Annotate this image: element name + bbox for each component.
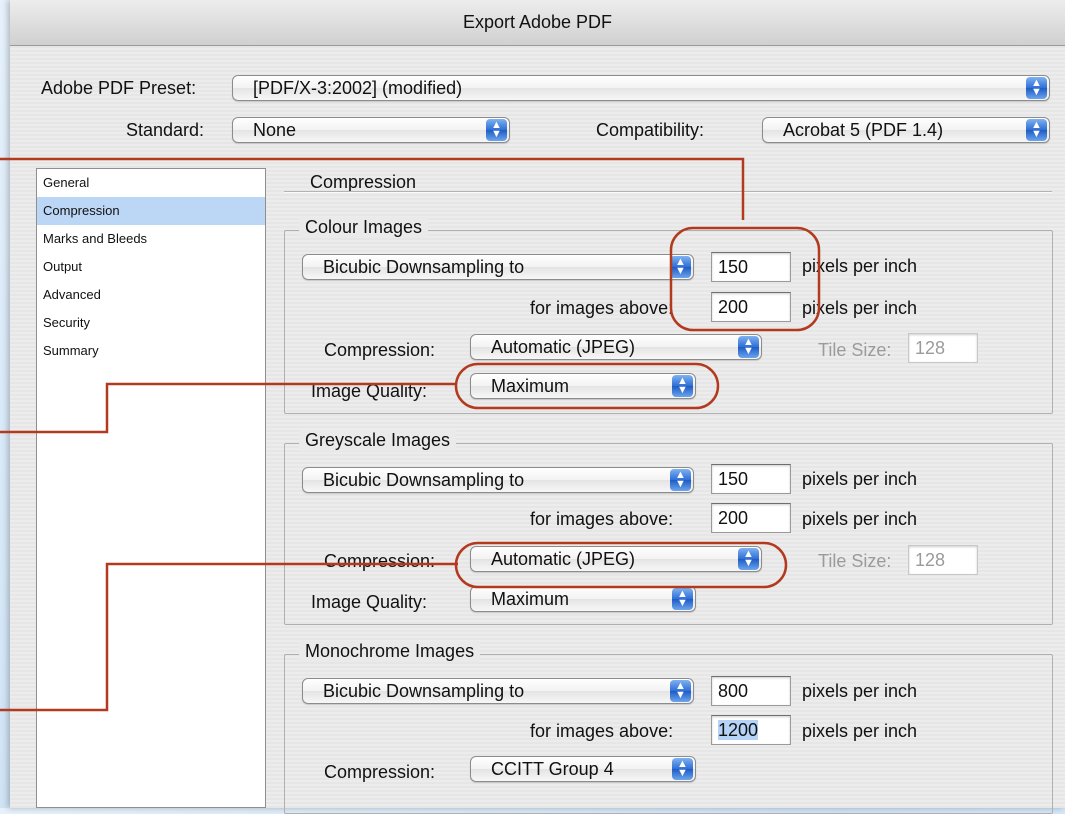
monochrome-images-title: Monochrome Images	[299, 641, 481, 662]
mono-downsample-popup[interactable]: Bicubic Downsampling to ▲ ▼	[302, 678, 694, 704]
colour-quality-popup[interactable]: Maximum ▲ ▼	[470, 373, 696, 399]
colour-above-field[interactable]: 200	[711, 292, 791, 322]
grey-quality-label: Image Quality:	[311, 592, 428, 612]
export-pdf-dialog: Export Adobe PDF Adobe PDF Preset: [PDF/…	[10, 0, 1065, 814]
colour-tile-field[interactable]: 128	[908, 333, 978, 363]
grey-ppi-unit: pixels per inch	[802, 469, 918, 489]
up-down-arrows-icon: ▲ ▼	[738, 336, 759, 358]
up-down-arrows-icon: ▲ ▼	[670, 256, 691, 278]
colour-compression-label: Compression:	[324, 340, 436, 360]
colour-ppi-unit: pixels per inch	[802, 256, 918, 276]
grey-tile-field[interactable]: 128	[908, 545, 978, 575]
grey-above-field[interactable]: 200	[711, 503, 791, 533]
up-down-arrows-icon: ▲ ▼	[738, 548, 759, 570]
grey-compression-value: Automatic (JPEG)	[491, 549, 636, 569]
window-title: Export Adobe PDF	[10, 0, 1065, 46]
preset-value: [PDF/X-3:2002] (modified)	[253, 78, 463, 98]
colour-quality-label: Image Quality:	[311, 381, 428, 401]
up-down-arrows-icon: ▲ ▼	[1026, 77, 1047, 99]
sidebar-item-advanced[interactable]: Advanced	[37, 281, 265, 309]
colour-above-label: for images above:	[530, 298, 674, 318]
standard-value: None	[253, 120, 297, 140]
up-down-arrows-icon: ▲ ▼	[670, 469, 691, 491]
greyscale-images-title: Greyscale Images	[299, 430, 457, 451]
sidebar-item-summary[interactable]: Summary	[37, 337, 265, 365]
compatibility-label: Compatibility:	[596, 120, 705, 140]
grey-quality-value: Maximum	[491, 589, 570, 609]
mono-ppi-unit: pixels per inch	[802, 681, 918, 701]
mono-ppi-field[interactable]: 800	[711, 676, 791, 706]
colour-tile-label: Tile Size:	[818, 340, 892, 360]
panel-title: Compression	[310, 172, 417, 192]
colour-quality-value: Maximum	[491, 376, 570, 396]
sidebar-item-general[interactable]: General	[37, 169, 265, 197]
grey-downsample-value: Bicubic Downsampling to	[323, 470, 525, 490]
up-down-arrows-icon: ▲ ▼	[672, 375, 693, 397]
compatibility-popup[interactable]: Acrobat 5 (PDF 1.4) ▲ ▼	[762, 117, 1050, 143]
sidebar-item-compression[interactable]: Compression	[37, 197, 265, 225]
up-down-arrows-icon: ▲ ▼	[1026, 119, 1047, 141]
grey-compression-popup[interactable]: Automatic (JPEG) ▲ ▼	[470, 546, 762, 572]
preset-popup[interactable]: [PDF/X-3:2002] (modified) ▲ ▼	[232, 75, 1050, 101]
grey-above-unit: pixels per inch	[802, 509, 918, 529]
up-down-arrows-icon: ▲ ▼	[670, 680, 691, 702]
grey-above-label: for images above:	[530, 509, 674, 529]
mono-compression-value: CCITT Group 4	[491, 759, 614, 779]
mono-compression-label: Compression:	[324, 762, 436, 782]
standard-label: Standard:	[126, 120, 205, 140]
mono-above-value: 1200	[718, 720, 759, 740]
sidebar-item-output[interactable]: Output	[37, 253, 265, 281]
up-down-arrows-icon: ▲ ▼	[486, 119, 507, 141]
sidebar-item-marks-and-bleeds[interactable]: Marks and Bleeds	[37, 225, 265, 253]
compatibility-value: Acrobat 5 (PDF 1.4)	[783, 120, 944, 140]
mono-above-field[interactable]: 1200	[711, 715, 791, 745]
colour-downsample-value: Bicubic Downsampling to	[323, 257, 525, 277]
mono-downsample-value: Bicubic Downsampling to	[323, 681, 525, 701]
colour-compression-popup[interactable]: Automatic (JPEG) ▲ ▼	[470, 334, 762, 360]
up-down-arrows-icon: ▲ ▼	[672, 758, 693, 780]
grey-tile-label: Tile Size:	[818, 551, 892, 571]
sidebar-item-security[interactable]: Security	[37, 309, 265, 337]
colour-downsample-popup[interactable]: Bicubic Downsampling to ▲ ▼	[302, 254, 694, 280]
colour-images-title: Colour Images	[299, 217, 429, 238]
standard-popup[interactable]: None ▲ ▼	[232, 117, 510, 143]
colour-ppi-field[interactable]: 150	[711, 252, 791, 282]
panel-divider	[284, 191, 1052, 193]
preset-label: Adobe PDF Preset:	[41, 78, 197, 98]
grey-downsample-popup[interactable]: Bicubic Downsampling to ▲ ▼	[302, 467, 694, 493]
mono-above-unit: pixels per inch	[802, 721, 918, 741]
grey-quality-popup[interactable]: Maximum ▲ ▼	[470, 586, 696, 612]
colour-above-unit: pixels per inch	[802, 298, 918, 318]
colour-compression-value: Automatic (JPEG)	[491, 337, 636, 357]
category-list: General Compression Marks and Bleeds Out…	[36, 168, 266, 808]
up-down-arrows-icon: ▲ ▼	[672, 588, 693, 610]
grey-ppi-field[interactable]: 150	[711, 464, 791, 494]
mono-above-label: for images above:	[530, 721, 674, 741]
mono-compression-popup[interactable]: CCITT Group 4 ▲ ▼	[470, 756, 696, 782]
grey-compression-label: Compression:	[324, 551, 436, 571]
